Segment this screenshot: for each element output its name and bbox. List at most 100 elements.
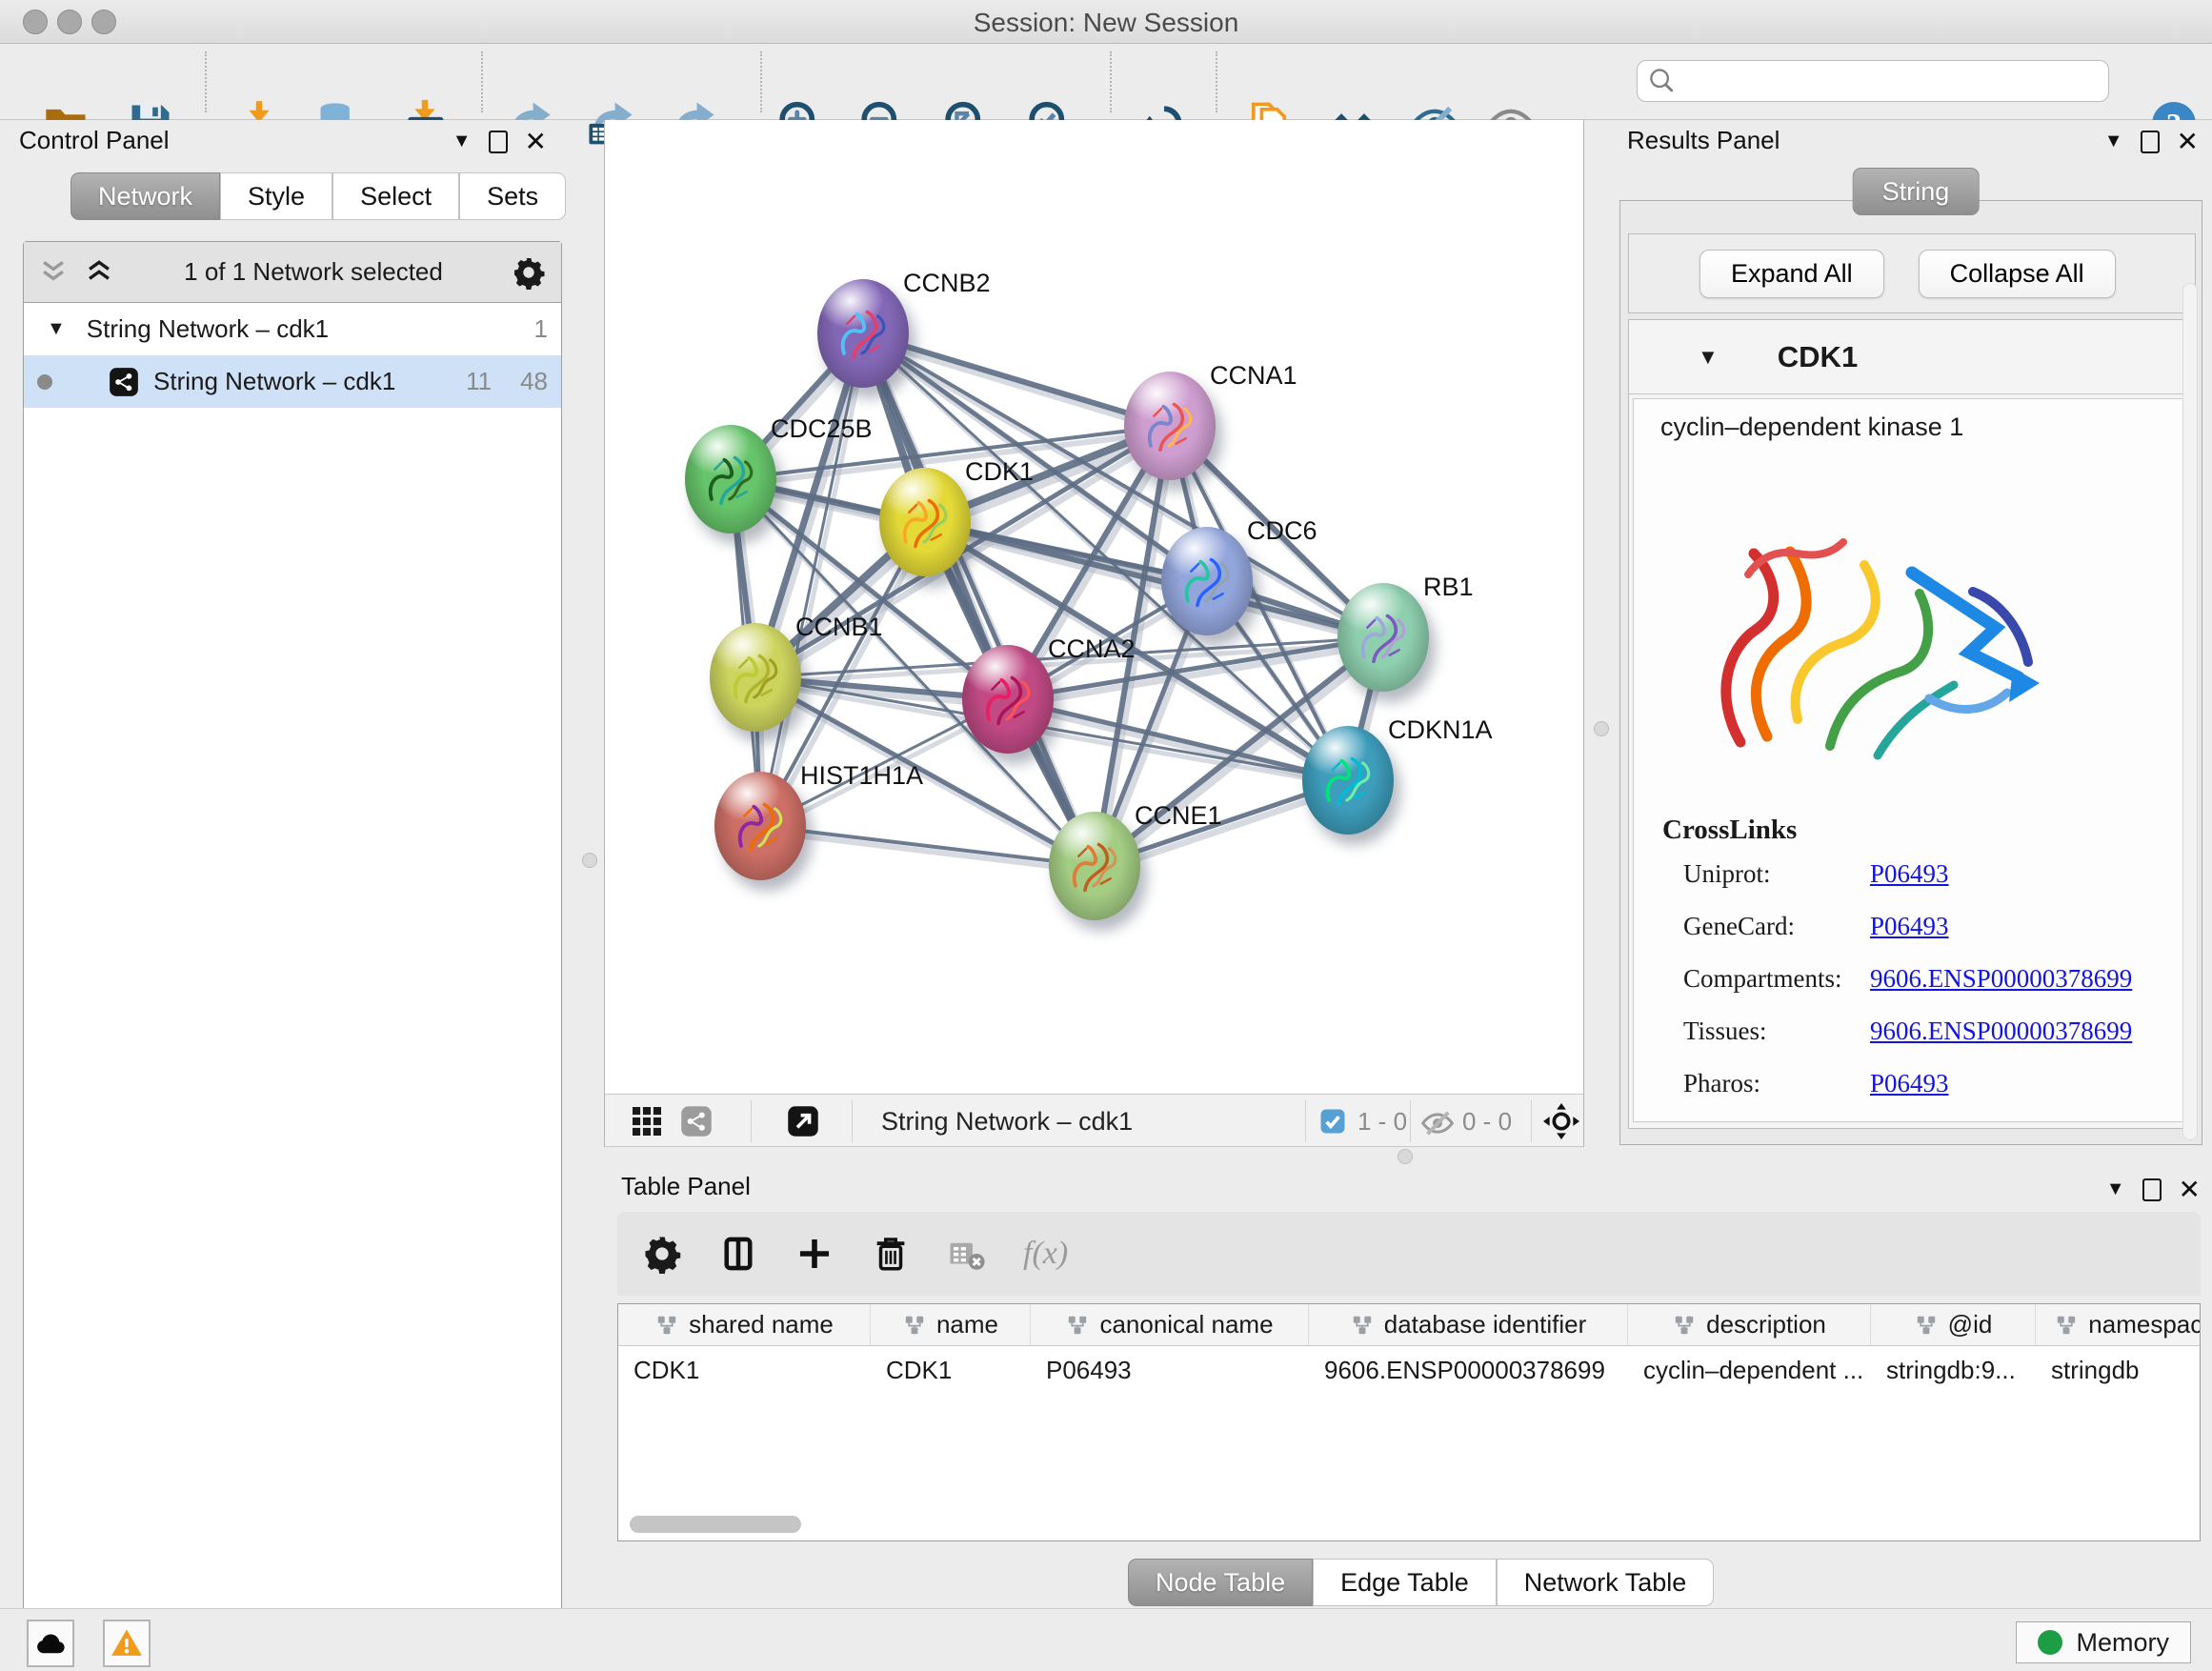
network-node-CCNB2[interactable] (817, 279, 909, 388)
memory-button[interactable]: Memory (2016, 1621, 2191, 1663)
table-cell[interactable]: stringdb (2036, 1346, 2201, 1394)
table-cell[interactable]: CDK1 (618, 1346, 871, 1394)
network-node-CCNB1[interactable] (710, 623, 801, 732)
crosslink-link[interactable]: P06493 (1870, 1069, 1949, 1098)
string-results-group: Expand All Collapse All ▼ CDK1 cyclin–de… (1619, 200, 2202, 1145)
hidden-indicator-icon[interactable] (1420, 1106, 1455, 1140)
crosslink-link[interactable]: P06493 (1870, 859, 1949, 889)
column-header-database-identifier[interactable]: database identifier (1309, 1304, 1628, 1345)
panel-close-icon[interactable]: ✕ (2179, 1174, 2201, 1205)
node-label-CCNA1: CCNA1 (1210, 361, 1297, 391)
panel-menu-icon[interactable]: ▼ (452, 131, 472, 152)
panel-float-icon[interactable] (2142, 1178, 2162, 1201)
network-edge-count: 48 (520, 367, 548, 396)
column-header-@id[interactable]: @id (1871, 1304, 2036, 1345)
memory-label: Memory (2076, 1628, 2169, 1658)
column-header-name[interactable]: name (871, 1304, 1031, 1345)
node-label-CDC25B: CDC25B (771, 414, 873, 444)
column-header-namespace[interactable]: namespace (2036, 1304, 2201, 1345)
detach-view-icon[interactable] (786, 1104, 820, 1138)
table-cell[interactable]: CDK1 (871, 1346, 1031, 1394)
network-row[interactable]: String Network – cdk1 11 48 (24, 355, 561, 408)
node-label-CCNB2: CCNB2 (903, 269, 991, 298)
section-expander-icon[interactable]: ▼ (1698, 345, 1719, 370)
add-column-icon[interactable] (794, 1234, 835, 1274)
crosslink-link[interactable]: 9606.ENSP00000378699 (1870, 1017, 2132, 1046)
expand-all-button[interactable]: Expand All (1699, 250, 1884, 298)
panel-close-icon[interactable]: ✕ (525, 126, 547, 157)
panel-close-icon[interactable]: ✕ (2177, 126, 2199, 157)
expand-all-networks-icon[interactable] (83, 256, 115, 289)
panel-menu-icon[interactable]: ▼ (2106, 1178, 2125, 1200)
left-splitter-handle[interactable] (582, 853, 597, 868)
selected-indicator-checkbox[interactable] (1318, 1107, 1347, 1136)
network-canvas[interactable]: CCNB2 CCNA1 CDC25B CDK1 CDC6 RB1 CCNB1 C… (605, 120, 1583, 1094)
column-header-canonical-name[interactable]: canonical name (1031, 1304, 1309, 1345)
warning-icon (110, 1626, 144, 1661)
tab-sets[interactable]: Sets (459, 172, 566, 220)
tab-edge-table[interactable]: Edge Table (1313, 1559, 1497, 1606)
tab-string[interactable]: String (1853, 168, 1980, 215)
crosslink-link[interactable]: P06493 (1870, 912, 1949, 941)
table-cell[interactable]: P06493 (1031, 1346, 1309, 1394)
network-options-gear-icon[interactable] (512, 255, 546, 290)
network-node-HIST1H1A[interactable] (714, 772, 806, 880)
table-cell[interactable]: 9606.ENSP00000378699 (1309, 1346, 1628, 1394)
collection-label: String Network – cdk1 (87, 314, 329, 344)
table-cell[interactable]: stringdb:9... (1871, 1346, 2036, 1394)
network-view-title: String Network – cdk1 (881, 1107, 1133, 1137)
crosslink-row: Compartments:9606.ENSP00000378699 (1662, 964, 2132, 994)
panel-float-icon[interactable] (489, 131, 508, 153)
results-panel-title: Results Panel (1627, 126, 1780, 155)
tab-network[interactable]: Network (70, 172, 220, 220)
show-columns-icon[interactable] (718, 1234, 758, 1274)
column-header-label: @id (1948, 1310, 1993, 1339)
toolbar-separator (751, 1100, 752, 1142)
table-cell[interactable]: cyclin–dependent ... (1628, 1346, 1871, 1394)
column-header-shared-name[interactable]: shared name (618, 1304, 871, 1345)
search-input[interactable] (1676, 63, 2108, 99)
right-splitter-handle[interactable] (1594, 721, 1609, 736)
tab-select[interactable]: Select (332, 172, 459, 220)
crosslinks-section: CrossLinks Uniprot:P06493GeneCard:P06493… (1662, 815, 2132, 1121)
horizontal-splitter-handle[interactable] (1398, 1149, 1413, 1164)
collapse-all-networks-icon[interactable] (37, 256, 70, 289)
tab-node-table[interactable]: Node Table (1128, 1559, 1313, 1606)
birds-eye-view-icon[interactable] (1542, 1102, 1580, 1140)
network-collection-row[interactable]: ▼ String Network – cdk1 1 (24, 303, 561, 355)
network-node-CCNA1[interactable] (1124, 372, 1216, 480)
tree-expander-icon[interactable]: ▼ (47, 318, 66, 340)
table-header-row: shared namenamecanonical namedatabase id… (618, 1304, 2200, 1346)
tab-network-table[interactable]: Network Table (1497, 1559, 1715, 1606)
crosslinks-heading: CrossLinks (1662, 815, 2132, 846)
column-header-label: description (1706, 1310, 1826, 1339)
delete-column-icon[interactable] (871, 1234, 911, 1274)
crosslink-link[interactable]: 9606.ENSP00000378699 (1870, 964, 2132, 994)
collapse-all-button[interactable]: Collapse All (1919, 250, 2116, 298)
network-view-type-icon[interactable] (679, 1104, 714, 1138)
network-node-CCNA2[interactable] (962, 645, 1054, 754)
network-node-CCNE1[interactable] (1049, 812, 1140, 920)
column-header-label: namespace (2088, 1310, 2201, 1339)
panel-float-icon[interactable] (2141, 131, 2160, 153)
table-options-gear-icon[interactable] (642, 1234, 682, 1274)
results-panel-window-buttons: ▼ ✕ (2104, 126, 2199, 157)
cloud-status-button[interactable] (27, 1620, 74, 1667)
tab-style[interactable]: Style (220, 172, 332, 220)
panel-menu-icon[interactable]: ▼ (2104, 131, 2123, 152)
network-node-RB1[interactable] (1337, 583, 1429, 692)
network-node-CDC25B[interactable] (685, 425, 776, 534)
gene-section-header[interactable]: ▼ CDK1 (1629, 320, 2195, 394)
network-node-CDC6[interactable] (1161, 527, 1253, 635)
node-label-CCNE1: CCNE1 (1135, 801, 1222, 831)
table-row[interactable]: CDK1CDK1P064939606.ENSP00000378699cyclin… (618, 1346, 2200, 1394)
protein-thumbnail (1137, 391, 1202, 465)
results-scrollbar[interactable] (2182, 283, 2198, 1140)
column-header-description[interactable]: description (1628, 1304, 1871, 1345)
table-horizontal-scrollbar[interactable] (630, 1516, 801, 1533)
warnings-button[interactable] (103, 1620, 151, 1667)
grid-view-icon[interactable] (630, 1104, 664, 1138)
network-node-CDK1[interactable] (879, 468, 971, 576)
network-node-CDKN1A[interactable] (1302, 726, 1394, 835)
table-toolbar: f(x) (617, 1212, 2201, 1296)
